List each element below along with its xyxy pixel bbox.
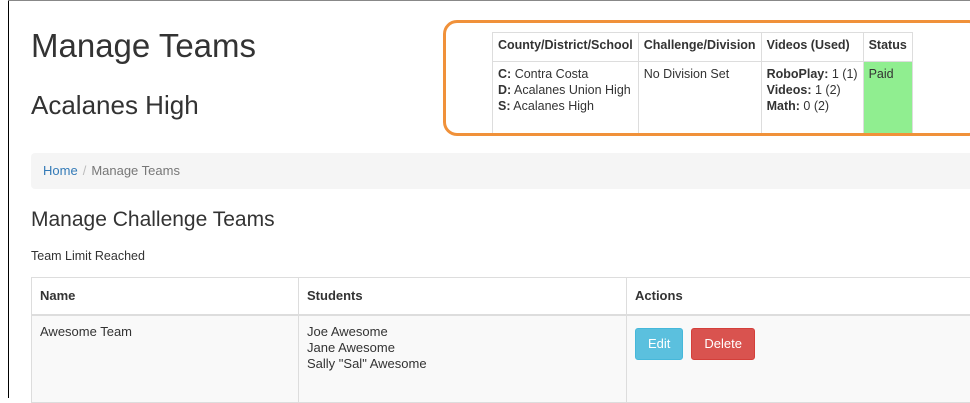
edit-button[interactable]: Edit <box>635 328 683 360</box>
section-title: Manage Challenge Teams <box>31 208 275 232</box>
breadcrumb-home-link[interactable]: Home <box>43 163 78 178</box>
students-cell: Joe Awesome Jane Awesome Sally "Sal" Awe… <box>299 315 627 403</box>
student-name: Sally "Sal" Awesome <box>307 356 618 372</box>
delete-button[interactable]: Delete <box>691 328 755 360</box>
name-column-header: Name <box>32 278 299 316</box>
window-border-top <box>8 0 970 1</box>
team-limit-note: Team Limit Reached <box>31 249 145 263</box>
teams-table: Name Students Actions Awesome Team Joe A… <box>31 277 970 403</box>
highlight-annotation-box <box>443 20 970 136</box>
students-column-header: Students <box>299 278 627 316</box>
student-name: Jane Awesome <box>307 340 618 356</box>
window-border-left <box>8 0 9 398</box>
school-name: Acalanes High <box>31 90 199 121</box>
breadcrumb-separator: / <box>78 163 92 178</box>
student-name: Joe Awesome <box>307 324 618 340</box>
actions-cell: EditDelete <box>627 315 970 403</box>
team-name-cell: Awesome Team <box>32 315 299 403</box>
table-row: Awesome Team Joe Awesome Jane Awesome Sa… <box>32 315 970 403</box>
page-title: Manage Teams <box>31 27 256 65</box>
breadcrumb-current: Manage Teams <box>91 163 180 178</box>
breadcrumb: Home/Manage Teams <box>31 153 970 189</box>
teams-header-row: Name Students Actions <box>32 278 970 316</box>
actions-column-header: Actions <box>627 278 970 316</box>
